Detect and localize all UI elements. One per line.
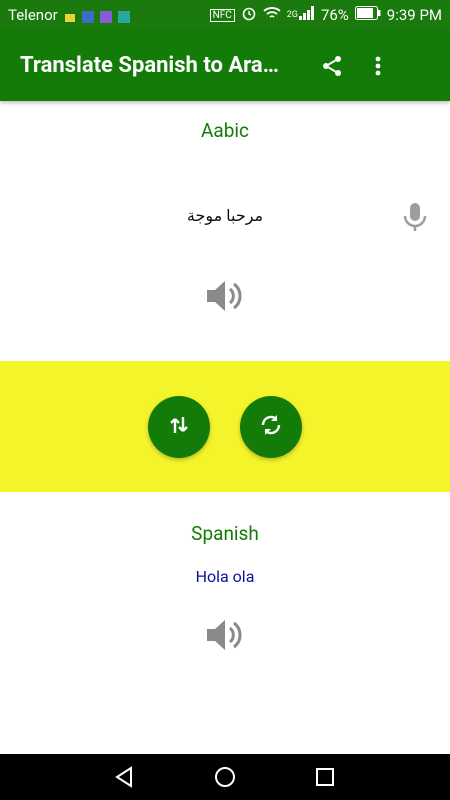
swap-vertical-icon [167, 413, 191, 441]
wifi-icon [263, 6, 281, 24]
target-text[interactable]: Hola ola [0, 567, 450, 586]
home-circle-icon[interactable] [214, 766, 236, 792]
source-speaker-icon[interactable] [205, 278, 245, 318]
app-actions [320, 54, 382, 78]
app-bar: Translate Spanish to Ara… [0, 30, 450, 101]
signal-icon [298, 6, 315, 24]
target-language-label[interactable]: Spanish [0, 522, 450, 545]
status-bar: Telenor NFC 2G 76% 9:39 PM [0, 0, 450, 30]
translate-button[interactable] [240, 396, 302, 458]
swap-languages-button[interactable] [148, 396, 210, 458]
source-panel: Aabic مرحبا موجة [0, 101, 450, 361]
clock: 9:39 PM [386, 6, 442, 24]
mic-icon[interactable] [402, 201, 428, 237]
target-speaker-icon[interactable] [205, 617, 245, 657]
alarm-icon [241, 5, 257, 25]
signal-label: 2G [286, 10, 298, 20]
status-left: Telenor [8, 6, 130, 24]
gallery-icon [99, 9, 112, 23]
battery-icon [354, 6, 381, 24]
recents-square-icon[interactable] [314, 766, 336, 792]
sync-icon [258, 412, 284, 442]
battery-percent: 76% [320, 6, 349, 24]
app-notification-icon [81, 9, 94, 23]
download-icon [117, 9, 130, 23]
status-right: NFC 2G 76% 9:39 PM [209, 5, 442, 25]
target-panel: Spanish Hola ola [0, 492, 450, 754]
nfc-icon: NFC [209, 8, 235, 22]
cleaner-icon [64, 9, 76, 22]
share-icon[interactable] [320, 54, 344, 78]
more-vert-icon[interactable] [374, 54, 382, 78]
app-title: Translate Spanish to Ara… [20, 53, 279, 78]
navigation-bar [0, 754, 450, 800]
source-text[interactable]: مرحبا موجة [0, 206, 450, 225]
back-triangle-icon[interactable] [113, 766, 135, 792]
action-band [0, 361, 450, 492]
source-language-label[interactable]: Aabic [0, 119, 450, 142]
carrier-label: Telenor [8, 6, 58, 24]
